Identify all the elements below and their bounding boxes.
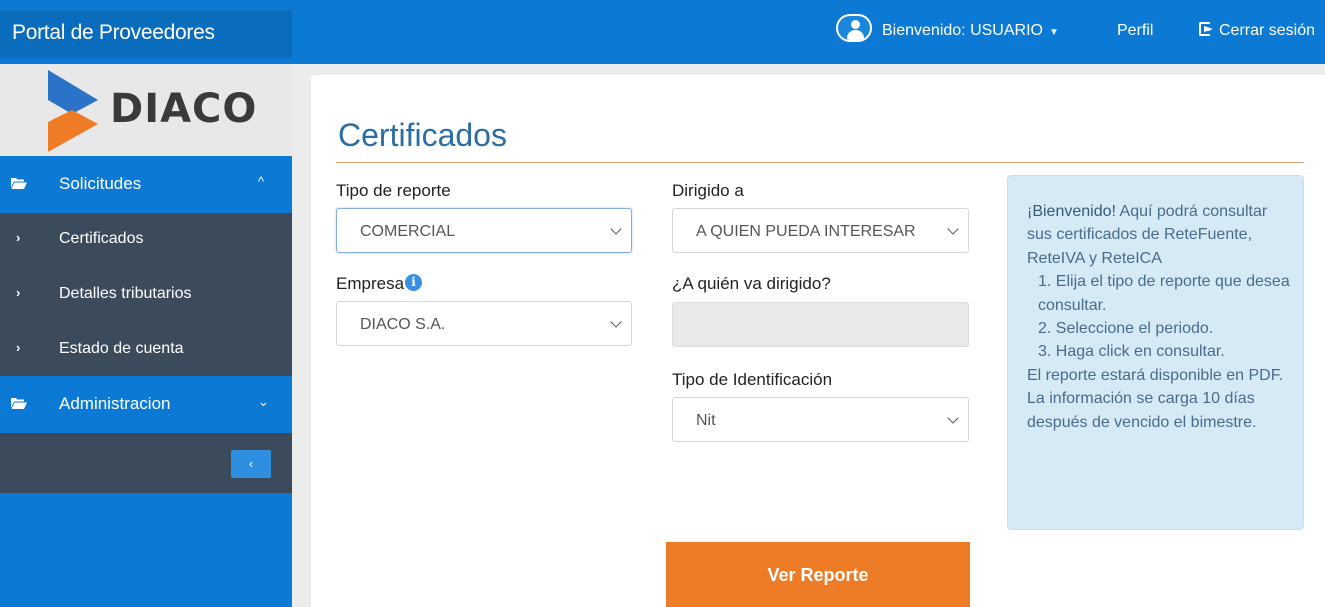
- addressee-label: ¿A quién va dirigido?: [672, 274, 831, 293]
- caret-down-icon: ▼: [1048, 27, 1059, 38]
- logout-label: Cerrar sesión: [1219, 22, 1316, 39]
- logout-link[interactable]: Cerrar sesión: [1199, 22, 1315, 40]
- chevron-down-icon: [947, 223, 959, 235]
- sidebar-item-label: Certificados: [59, 230, 144, 247]
- info-icon[interactable]: i: [405, 274, 423, 291]
- report-type-label: Tipo de reporte: [336, 181, 451, 200]
- chevron-down-icon: [610, 316, 622, 328]
- sidebar-item-estado-de-cuenta[interactable]: › Estado de cuenta: [0, 323, 292, 378]
- sidebar-section-label: Administracion: [59, 394, 171, 413]
- sidebar-section-solicitudes[interactable]: Solicitudes ^: [0, 156, 292, 213]
- info-note-load: La información se carga 10 días después …: [1027, 390, 1257, 431]
- user-menu[interactable]: Bienvenido: USUARIO ▼: [882, 22, 1059, 40]
- sidebar-item-certificados[interactable]: › Certificados: [0, 213, 292, 268]
- info-step: 2. Seleccione el periodo.: [1038, 320, 1214, 338]
- addressed-to-value: A QUIEN PUEDA INTERESAR: [696, 223, 916, 240]
- chevron-down-icon: ⌄: [258, 394, 269, 409]
- company-select[interactable]: DIACO S.A.: [336, 301, 632, 346]
- title-divider: [336, 162, 1304, 163]
- user-icon[interactable]: [836, 14, 872, 42]
- id-type-select[interactable]: Nit: [672, 397, 969, 442]
- id-type-value: Nit: [696, 412, 716, 429]
- sidebar-section-label: Solicitudes: [59, 174, 142, 193]
- top-bar: Portal de Proveedores Bienvenido: USUARI…: [0, 0, 1325, 64]
- sidebar: DIACO Solicitudes ^ › Certificados › Det…: [0, 64, 292, 607]
- logo-area[interactable]: DIACO: [0, 64, 292, 156]
- company-value: DIACO S.A.: [360, 316, 446, 333]
- sidebar-item-detalles-tributarios[interactable]: › Detalles tributarios: [0, 268, 292, 323]
- sidebar-item-label: Detalles tributarios: [59, 285, 192, 302]
- sign-out-icon: [1199, 22, 1215, 36]
- id-type-label: Tipo de Identificación: [672, 370, 833, 389]
- folder-open-icon: [11, 178, 27, 189]
- info-panel: ¡Bienvenido! Aquí podrá consultar sus ce…: [1007, 175, 1304, 530]
- sidebar-section-administracion[interactable]: Administracion ⌄: [0, 376, 292, 433]
- chevron-down-icon: [947, 412, 959, 424]
- chevron-right-icon: ›: [16, 230, 21, 245]
- company-label: Empresa i: [336, 274, 423, 294]
- sidebar-submenu: › Certificados › Detalles tributarios › …: [0, 213, 292, 376]
- page-title: Certificados: [338, 117, 507, 153]
- info-note-pdf: El reporte estará disponible en PDF.: [1027, 366, 1284, 384]
- info-intro: ¡Bienvenido! Aquí podrá consultar sus ce…: [1027, 200, 1291, 270]
- chevron-right-icon: ›: [16, 340, 21, 355]
- addressee-input[interactable]: [672, 302, 969, 347]
- main-panel: Certificados Tipo de reporte COMERCIAL E…: [311, 75, 1325, 607]
- info-welcome: ¡Bienvenido!: [1027, 203, 1116, 220]
- collapse-sidebar-button[interactable]: ‹: [231, 450, 271, 478]
- chevron-up-icon: ^: [258, 174, 265, 189]
- addressed-to-select[interactable]: A QUIEN PUEDA INTERESAR: [672, 208, 969, 253]
- view-report-button[interactable]: Ver Reporte: [666, 542, 970, 607]
- chevron-right-icon: ›: [16, 285, 21, 300]
- logo-text: DIACO: [110, 86, 258, 132]
- profile-link[interactable]: Perfil: [1117, 22, 1153, 40]
- sidebar-collapse-area: ‹: [0, 433, 292, 493]
- report-type-value: COMERCIAL: [360, 223, 456, 240]
- info-step: 3. Haga click en consultar.: [1038, 343, 1225, 361]
- info-step: 1. Elija el tipo de reporte que desea co…: [1038, 273, 1290, 314]
- diaco-logo-mark-icon: [48, 70, 98, 152]
- report-type-select[interactable]: COMERCIAL: [336, 208, 632, 253]
- folder-open-icon: [11, 398, 27, 409]
- addressed-to-label: Dirigido a: [672, 181, 744, 200]
- company-label-text: Empresa: [336, 274, 405, 293]
- welcome-text: Bienvenido: USUARIO: [882, 22, 1043, 39]
- brand-title[interactable]: Portal de Proveedores: [0, 10, 292, 58]
- chevron-down-icon: [610, 223, 622, 235]
- sidebar-item-label: Estado de cuenta: [59, 340, 184, 357]
